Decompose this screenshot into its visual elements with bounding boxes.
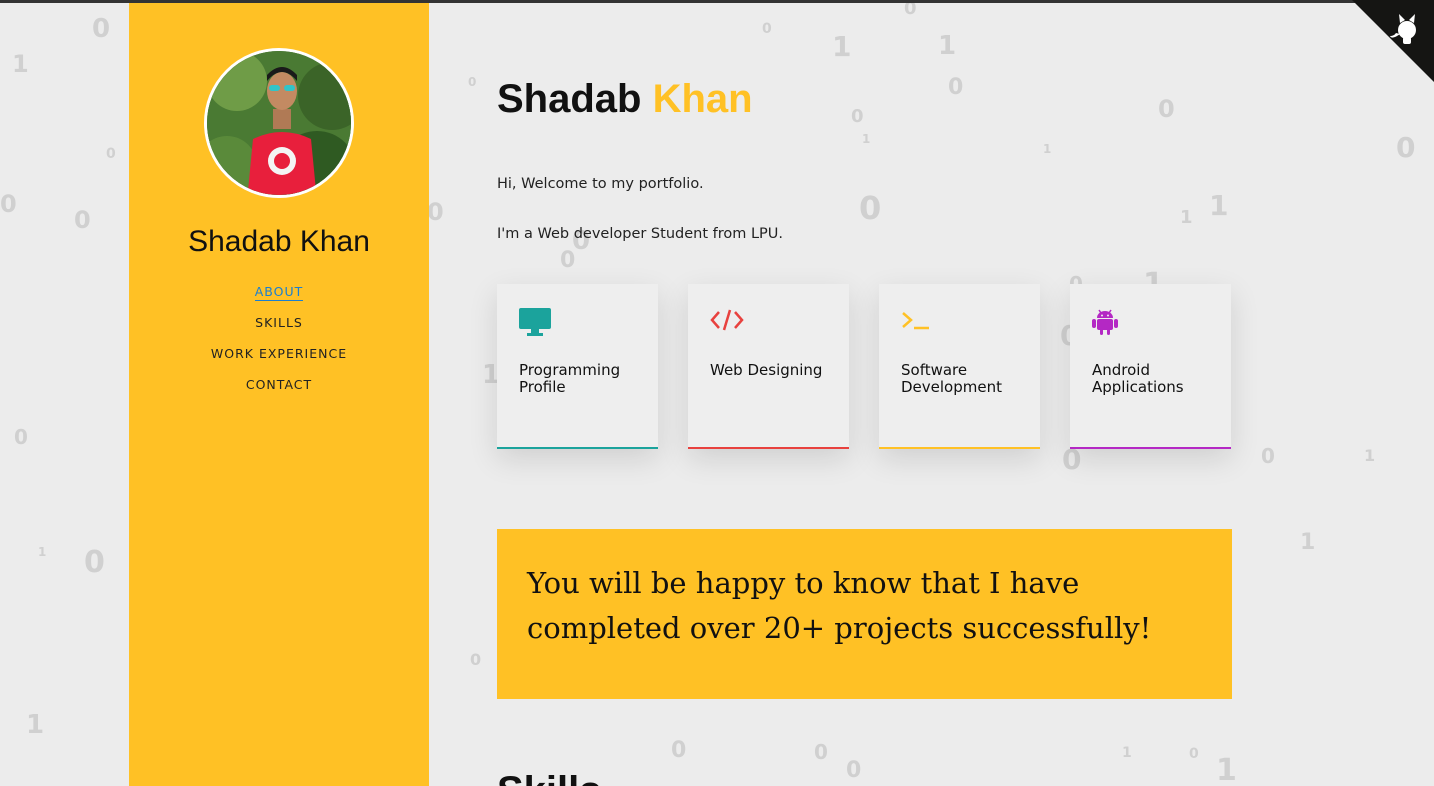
nav-link-about[interactable]: ABOUT [254, 284, 304, 301]
page-title: Shadab Khan [497, 77, 753, 122]
profile-avatar [204, 48, 354, 198]
code-icon [710, 308, 744, 336]
card-accent-bar [497, 447, 658, 449]
nav-item-about: ABOUT [129, 281, 429, 312]
nav-link-contact[interactable]: CONTACT [246, 377, 312, 392]
card-label-android: Android Applications [1092, 361, 1184, 396]
card-accent-bar [879, 447, 1040, 449]
projects-banner: You will be happy to know that I have co… [497, 529, 1232, 699]
title-last-name: Khan [652, 77, 753, 121]
nav-link-skills[interactable]: SKILLS [255, 315, 303, 330]
card-accent-bar [1070, 447, 1231, 449]
sidebar-nav: ABOUT SKILLS WORK EXPERIENCE CONTACT [129, 281, 429, 405]
card-label-software-development: Software Development [901, 361, 1002, 396]
service-card-web-designing[interactable]: Web Designing [688, 284, 849, 449]
terminal-icon [901, 308, 931, 336]
title-first-name: Shadab [497, 77, 642, 121]
nav-item-contact: CONTACT [129, 374, 429, 405]
projects-banner-text: You will be happy to know that I have co… [527, 566, 1152, 645]
github-corner-link[interactable] [1352, 0, 1434, 82]
service-card-programming[interactable]: Programming Profile [497, 284, 658, 449]
card-label-web-designing: Web Designing [710, 361, 823, 379]
intro-description: I'm a Web developer Student from LPU. [497, 226, 784, 242]
service-card-android[interactable]: Android Applications [1070, 284, 1231, 449]
nav-item-skills: SKILLS [129, 312, 429, 343]
card-accent-bar [688, 447, 849, 449]
monitor-icon [519, 308, 551, 340]
sidebar: Shadab Khan ABOUT SKILLS WORK EXPERIENCE… [129, 3, 429, 786]
nav-item-work-experience: WORK EXPERIENCE [129, 343, 429, 374]
main-content: Shadab Khan Hi, Welcome to my portfolio.… [429, 3, 1434, 786]
nav-link-work-experience[interactable]: WORK EXPERIENCE [211, 346, 347, 361]
skills-heading: Skills [497, 769, 602, 786]
service-card-software-development[interactable]: Software Development [879, 284, 1040, 449]
top-border [0, 0, 1434, 3]
sidebar-name: Shadab Khan [188, 225, 370, 258]
card-label-programming: Programming Profile [519, 361, 621, 396]
intro-welcome: Hi, Welcome to my portfolio. [497, 176, 704, 192]
android-icon [1092, 308, 1118, 340]
